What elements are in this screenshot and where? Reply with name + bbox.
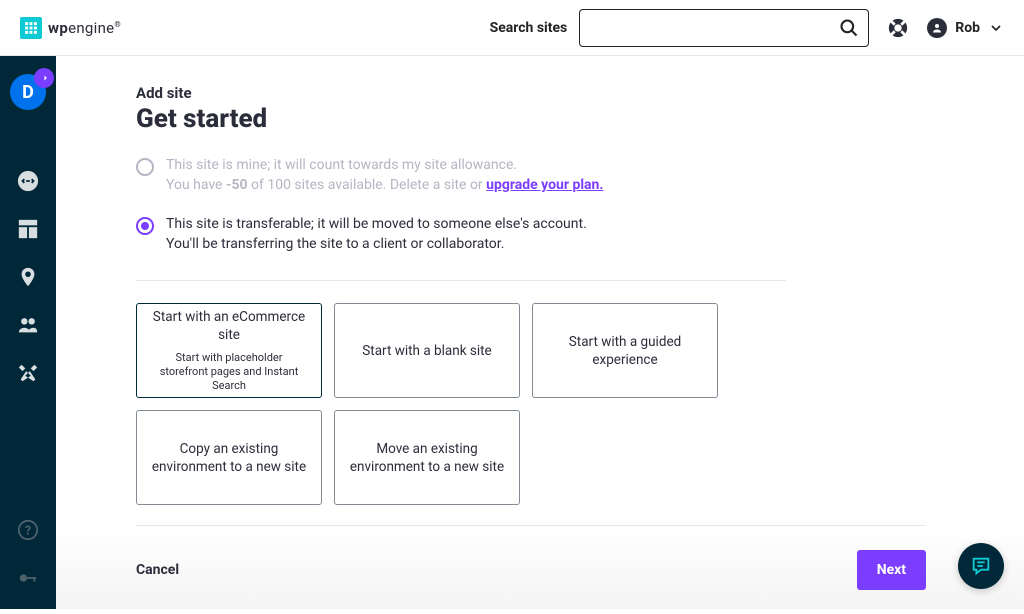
dashboard-icon[interactable] [17,218,39,240]
key-icon[interactable] [17,567,39,589]
transfers-icon[interactable] [17,170,39,192]
logo-text: wpengine® [48,19,121,37]
next-button[interactable]: Next [857,550,926,590]
environments-icon[interactable] [17,266,39,288]
chat-bubble-icon[interactable] [958,543,1004,589]
avatar-icon [927,18,947,38]
card-blank[interactable]: Start with a blank site [334,303,520,398]
support-icon[interactable] [887,17,909,39]
cancel-button[interactable]: Cancel [136,562,179,578]
expand-arrow-icon[interactable] [34,68,54,88]
upgrade-plan-link[interactable]: upgrade your plan. [486,177,603,193]
card-move-env[interactable]: Move an existing environment to a new si… [334,410,520,505]
ownership-radio-group: This site is mine; it will count towards… [136,150,786,281]
svg-text:?: ? [25,524,31,539]
radio-transferable-line1: This site is transferable; it will be mo… [166,215,587,235]
users-icon[interactable] [17,314,39,336]
brand-logo[interactable]: wpengine® [20,17,121,39]
topbar: wpengine® Search sites Rob [0,0,1024,56]
search-input[interactable] [579,9,869,47]
sidebar: D ? [0,56,56,609]
radio-own-site: This site is mine; it will count towards… [136,150,786,201]
chevron-down-icon [988,20,1004,36]
help-icon[interactable]: ? [17,519,39,541]
radio-own-line2: You have -50 of 100 sites available. Del… [166,176,603,196]
start-option-cards: Start with an eCommerce site Start with … [136,303,926,505]
radio-transferable-input[interactable] [136,217,154,235]
radio-own-line1: This site is mine; it will count towards… [166,156,603,176]
card-ecommerce[interactable]: Start with an eCommerce site Start with … [136,303,322,398]
user-name: Rob [955,20,980,36]
logo-mark-icon [20,17,42,39]
main-content: Add site Get started This site is mine; … [56,56,1024,609]
org-badge[interactable]: D [10,74,46,110]
wizard-footer: Cancel Next [136,525,926,614]
search-label: Search sites [490,20,568,36]
radio-own-input[interactable] [136,158,154,176]
breadcrumb: Add site [136,84,926,102]
tools-icon[interactable] [17,362,39,384]
page-title: Get started [136,104,926,134]
radio-transferable[interactable]: This site is transferable; it will be mo… [136,209,786,260]
search-wrap: Search sites [490,9,870,47]
card-guided[interactable]: Start with a guided experience [532,303,718,398]
user-menu[interactable]: Rob [927,18,1004,38]
radio-transferable-line2: You'll be transferring the site to a cli… [166,235,587,255]
card-copy-env[interactable]: Copy an existing environment to a new si… [136,410,322,505]
search-icon[interactable] [839,18,859,38]
